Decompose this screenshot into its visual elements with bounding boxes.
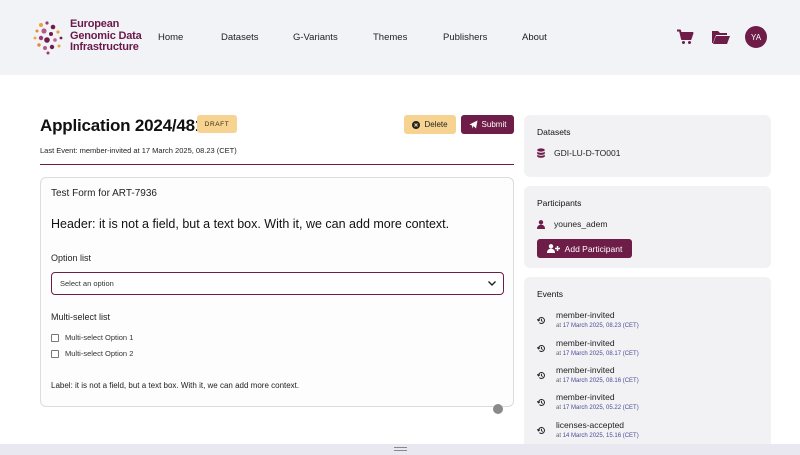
logo-line-3: Infrastructure — [70, 41, 139, 53]
nav-about[interactable]: About — [522, 32, 547, 43]
nav-publishers[interactable]: Publishers — [443, 32, 487, 43]
user-plus-icon — [546, 244, 560, 253]
form-header-text: Header: it is not a field, but a text bo… — [51, 217, 450, 231]
folder-open-icon[interactable] — [711, 29, 731, 45]
nav-home[interactable]: Home — [158, 32, 183, 43]
multi-select-option-1[interactable]: Multi-select Option 1 — [51, 333, 133, 342]
event-time: at 17 March 2025, 08.23 (CET) — [556, 323, 639, 329]
database-icon — [537, 148, 545, 158]
nav-datasets[interactable]: Datasets — [221, 32, 259, 43]
event-time: at 17 March 2025, 08.17 (CET) — [556, 351, 639, 357]
top-header: European Genomic Data Infrastructure Hom… — [0, 0, 800, 75]
event-time: at 17 March 2025, 08.16 (CET) — [556, 378, 639, 384]
drag-handle-icon[interactable] — [394, 447, 407, 451]
events-title: Events — [537, 289, 563, 299]
cart-icon[interactable] — [676, 29, 694, 45]
user-icon — [537, 219, 545, 229]
history-icon — [537, 317, 545, 324]
participants-panel: Participants younes_adem Add Participant — [524, 186, 771, 268]
option-list-select[interactable]: Select an option — [51, 272, 504, 295]
close-circle-icon — [412, 120, 421, 129]
event-at: at — [556, 433, 562, 439]
add-participant-label: Add Participant — [564, 243, 623, 254]
checkbox[interactable] — [51, 333, 59, 342]
submit-label: Submit — [481, 120, 507, 129]
select-value: Select an option — [60, 279, 114, 288]
event-timestamp: 17 March 2025, 08.17 (CET) — [562, 351, 639, 357]
gdi-logo[interactable]: European Genomic Data Infrastructure — [33, 17, 143, 57]
event-at: at — [556, 405, 562, 411]
event-at: at — [556, 378, 562, 384]
form-title: Test Form for ART-7936 — [51, 188, 157, 199]
logo-dots-icon — [33, 21, 63, 55]
event-timestamp: 17 March 2025, 08.23 (CET) — [562, 323, 639, 329]
event-timestamp: 17 March 2025, 05.22 (CET) — [562, 405, 639, 411]
datasets-title: Datasets — [537, 127, 571, 137]
nav-gvariants[interactable]: G-Variants — [293, 32, 338, 43]
scroll-handle[interactable] — [493, 404, 503, 414]
dataset-id: GDI-LU-D-TO001 — [554, 148, 621, 158]
form-footer-text: Label: it is not a field, but a text box… — [51, 381, 300, 390]
event-timestamp: 14 March 2025, 15.16 (CET) — [562, 433, 639, 439]
event-timestamp: 17 March 2025, 08.16 (CET) — [562, 378, 639, 384]
events-panel: Events member-invited at 17 March 2025, … — [524, 277, 771, 455]
add-participant-button[interactable]: Add Participant — [537, 239, 632, 258]
participant-name: younes_adem — [554, 219, 608, 229]
last-event-text: Last Event: member-invited at 17 March 2… — [40, 146, 237, 155]
title-divider — [40, 164, 514, 165]
history-icon — [537, 372, 545, 379]
delete-button[interactable]: Delete — [404, 115, 456, 134]
event-at: at — [556, 323, 562, 329]
history-icon — [537, 427, 545, 434]
option-list-label: Option list — [51, 253, 92, 263]
user-avatar[interactable]: YA — [745, 26, 767, 48]
multi-select-option-2[interactable]: Multi-select Option 2 — [51, 349, 133, 358]
paper-plane-icon — [469, 120, 478, 129]
dataset-item[interactable]: GDI-LU-D-TO001 — [537, 148, 620, 158]
participants-title: Participants — [537, 198, 582, 208]
event-name: member-invited — [556, 310, 615, 320]
chevron-down-icon — [488, 281, 496, 286]
application-form: Test Form for ART-7936 Header: it is not… — [40, 177, 514, 407]
checkbox-label: Multi-select Option 2 — [65, 349, 134, 358]
logo-line-1: European — [70, 18, 120, 30]
participant-item: younes_adem — [537, 219, 607, 229]
page-title: Application 2024/481 — [40, 116, 205, 135]
status-badge: DRAFT — [197, 115, 237, 133]
event-name: member-invited — [556, 365, 615, 375]
submit-button[interactable]: Submit — [461, 115, 514, 134]
checkbox[interactable] — [51, 349, 59, 358]
multi-select-label: Multi-select list — [51, 312, 111, 322]
event-name: member-invited — [556, 338, 615, 348]
nav-themes[interactable]: Themes — [373, 32, 407, 43]
datasets-panel: Datasets GDI-LU-D-TO001 — [524, 115, 771, 177]
event-name: member-invited — [556, 392, 615, 402]
history-icon — [537, 399, 545, 406]
event-at: at — [556, 351, 562, 357]
logo-wordmark: European Genomic Data Infrastructure — [70, 18, 142, 54]
event-time: at 14 March 2025, 15.16 (CET) — [556, 433, 639, 439]
event-time: at 17 March 2025, 05.22 (CET) — [556, 405, 639, 411]
delete-label: Delete — [424, 120, 448, 129]
checkbox-label: Multi-select Option 1 — [65, 333, 134, 342]
event-name: licenses-accepted — [556, 420, 625, 430]
resize-bar[interactable] — [0, 444, 800, 455]
history-icon — [537, 345, 545, 352]
